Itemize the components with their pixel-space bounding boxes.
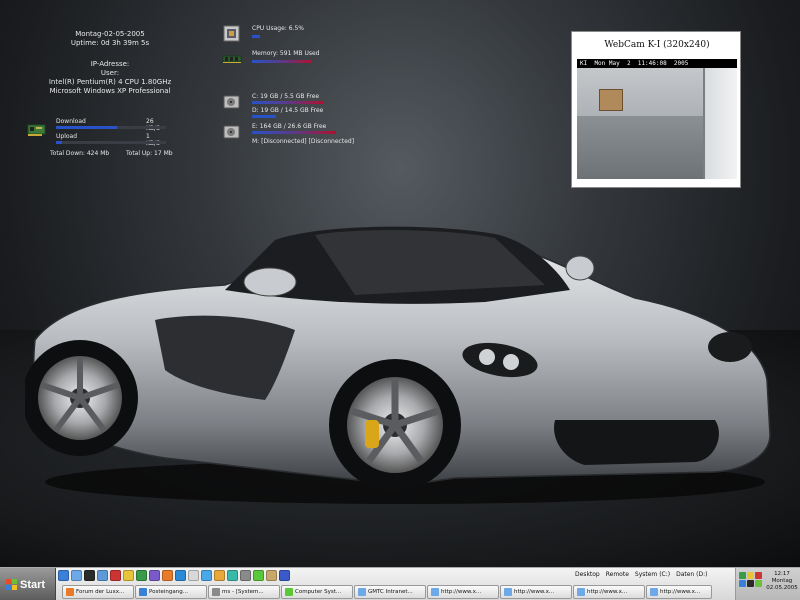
upload-bar-fill bbox=[56, 141, 62, 144]
drive-d-label: D: 19 GB / 14.5 GB Free bbox=[252, 107, 324, 114]
quick-launch-bar bbox=[58, 570, 290, 584]
task-button[interactable]: GMTC Intranet... bbox=[354, 585, 426, 599]
sysinfo-date: Montag-02-05-2005 bbox=[75, 30, 145, 38]
upload-label: Upload bbox=[56, 133, 78, 140]
system-tray: 12:17 Montag 02.05.2005 bbox=[735, 568, 800, 600]
sysinfo-os: Microsoft Windows XP Professional bbox=[49, 87, 171, 95]
task-button[interactable]: ms - [System... bbox=[208, 585, 280, 599]
memory-module-icon bbox=[222, 55, 242, 63]
drive-e-bar bbox=[252, 131, 336, 134]
quick-launch-app-icon[interactable] bbox=[123, 570, 134, 581]
tray-app-icon[interactable] bbox=[747, 572, 754, 579]
upload-value: 1 KB/S bbox=[146, 133, 160, 147]
drive-c-label: C: 19 GB / 5.5 GB Free bbox=[252, 93, 320, 100]
quick-launch-app-icon[interactable] bbox=[97, 570, 108, 581]
task-button[interactable]: http://www.x... bbox=[427, 585, 499, 599]
toolbar-desktop[interactable]: Desktop bbox=[575, 571, 600, 578]
quick-launch-app-icon[interactable] bbox=[201, 570, 212, 581]
ie-icon bbox=[358, 588, 366, 596]
webcam-timestamp: KI Mon May 2 11:46:08 2005 bbox=[577, 59, 737, 68]
window-icon bbox=[285, 588, 293, 596]
windows-logo-icon bbox=[6, 579, 17, 590]
quick-launch-app-icon[interactable] bbox=[162, 570, 173, 581]
tray-app-icon[interactable] bbox=[739, 580, 746, 587]
webcam-box-object bbox=[599, 89, 623, 111]
quick-launch-app-icon[interactable] bbox=[149, 570, 160, 581]
download-value: 26 KB/S bbox=[146, 118, 160, 132]
tray-volume-icon[interactable] bbox=[747, 580, 754, 587]
browser-icon bbox=[66, 588, 74, 596]
clock-day: Montag bbox=[771, 578, 793, 584]
ie-icon bbox=[431, 588, 439, 596]
upload-bar-track bbox=[56, 141, 166, 144]
webcam-feed: KI Mon May 2 11:46:08 2005 bbox=[577, 59, 737, 179]
quick-launch-app-icon[interactable] bbox=[110, 570, 121, 581]
download-label: Download bbox=[56, 118, 86, 125]
tray-network-icon[interactable] bbox=[739, 572, 746, 579]
clock-time: 12:17 bbox=[774, 571, 790, 577]
start-label: Start bbox=[20, 578, 46, 591]
taskbar-clock[interactable]: 12:17 Montag 02.05.2005 bbox=[764, 571, 800, 592]
sysinfo-cpu: Intel(R) Pentium(R) 4 CPU 1.80GHz bbox=[48, 78, 172, 86]
quick-launch-ie-icon[interactable] bbox=[71, 570, 82, 581]
start-button[interactable]: Start bbox=[0, 568, 56, 600]
task-button[interactable]: http://www.x... bbox=[646, 585, 712, 599]
desk-toolbars: Desktop Remote System (C:) Daten (D:) bbox=[575, 571, 713, 578]
ie-icon bbox=[577, 588, 585, 596]
network-card-icon bbox=[27, 124, 46, 136]
quick-launch-app-icon[interactable] bbox=[240, 570, 251, 581]
sysinfo-uptime: Uptime: 0d 3h 39m 5s bbox=[70, 39, 150, 47]
download-bar-track bbox=[56, 126, 166, 129]
memory-usage-bar bbox=[252, 60, 312, 63]
task-button[interactable]: Forum der Luxx... bbox=[62, 585, 134, 599]
sysinfo-user-label: User: bbox=[100, 69, 120, 77]
tray-app-icon[interactable] bbox=[755, 580, 762, 587]
drive-d-bar bbox=[252, 115, 276, 118]
ie-icon bbox=[650, 588, 658, 596]
taskbar: Start Desktop Remote System (C:) Daten (… bbox=[0, 567, 800, 600]
memory-usage-label: Memory: 591 MB Used bbox=[252, 50, 320, 57]
task-button[interactable]: http://www.x... bbox=[573, 585, 645, 599]
toolbar-system-c[interactable]: System (C:) bbox=[635, 571, 670, 578]
webcam-door-object bbox=[703, 68, 737, 179]
sports-car-wallpaper bbox=[25, 226, 771, 504]
quick-launch-app-icon[interactable] bbox=[136, 570, 147, 581]
quick-launch-app-icon[interactable] bbox=[214, 570, 225, 581]
quick-launch-app-icon[interactable] bbox=[279, 570, 290, 581]
total-down: Total Down: 424 Mb bbox=[50, 150, 110, 157]
quick-launch-app-icon[interactable] bbox=[253, 570, 264, 581]
cpu-usage-bar bbox=[252, 35, 260, 38]
drive-e-label: E: 164 GB / 26.6 GB Free bbox=[252, 123, 327, 130]
quick-launch-app-icon[interactable] bbox=[227, 570, 238, 581]
quick-launch-app-icon[interactable] bbox=[188, 570, 199, 581]
tray-app-icon[interactable] bbox=[755, 572, 762, 579]
clock-date: 02.05.2005 bbox=[766, 585, 798, 591]
toolbar-remote[interactable]: Remote bbox=[606, 571, 629, 578]
hard-drive-icon bbox=[223, 125, 240, 139]
sysinfo-ip-label: IP-Adresse: bbox=[90, 60, 130, 68]
drive-m-label: M: [Disconnected] [Disconnected] bbox=[252, 138, 355, 145]
drive-c-bar bbox=[252, 101, 323, 104]
system-info-widget: Montag-02-05-2005 Uptime: 0d 3h 39m 5s I… bbox=[40, 30, 180, 96]
task-button[interactable]: Posteingang... bbox=[135, 585, 207, 599]
webcam-widget: WebCam K-I (320x240) KI Mon May 2 11:46:… bbox=[571, 31, 741, 188]
task-button[interactable]: http://www.x... bbox=[500, 585, 572, 599]
quick-launch-app-icon[interactable] bbox=[175, 570, 186, 581]
task-buttons: Forum der Luxx... Posteingang... ms - [S… bbox=[62, 585, 712, 600]
window-icon bbox=[212, 588, 220, 596]
toolbar-daten-d[interactable]: Daten (D:) bbox=[676, 571, 707, 578]
tray-icons bbox=[739, 572, 763, 587]
hard-drive-icon bbox=[223, 95, 240, 109]
mail-icon bbox=[139, 588, 147, 596]
webcam-title: WebCam K-I (320x240) bbox=[604, 40, 710, 50]
ie-icon bbox=[504, 588, 512, 596]
download-bar-fill bbox=[56, 126, 117, 129]
task-button[interactable]: Computer Syst... bbox=[281, 585, 353, 599]
quick-launch-show-desktop-icon[interactable] bbox=[58, 570, 69, 581]
quick-launch-console-icon[interactable] bbox=[84, 570, 95, 581]
cpu-usage-label: CPU Usage: 6.5% bbox=[252, 25, 304, 32]
quick-launch-app-icon[interactable] bbox=[266, 570, 277, 581]
cpu-chip-icon bbox=[223, 25, 240, 42]
total-up: Total Up: 17 Mb bbox=[126, 150, 173, 157]
